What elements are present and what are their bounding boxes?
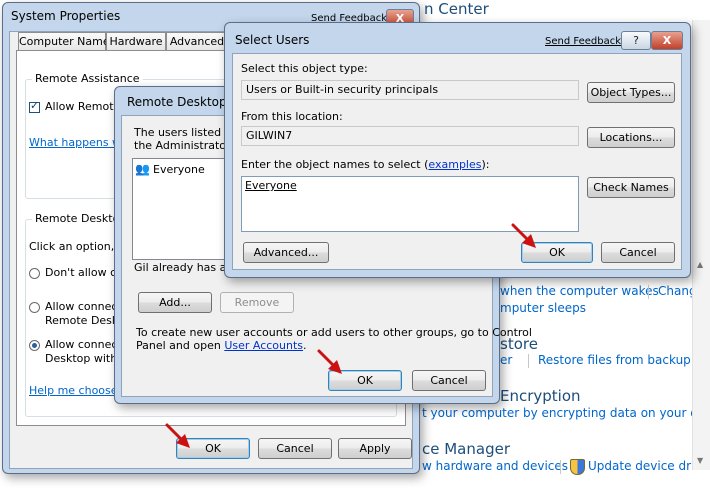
power-option-change-link[interactable]: Chang: [658, 284, 697, 298]
allow-remote-assistance-checkbox[interactable]: [29, 99, 40, 113]
user-accounts-link[interactable]: User Accounts: [224, 339, 303, 352]
select-users-cancel-button[interactable]: Cancel: [601, 242, 675, 263]
object-names-value: Everyone: [245, 179, 297, 192]
remote-desktop-users-title: Remote Desktop U: [127, 95, 235, 109]
examples-link[interactable]: examples: [428, 158, 481, 171]
select-users-client: Select this object type: Users or Built-…: [232, 53, 682, 270]
remote-desktop-prompt: Click an option, a: [29, 240, 125, 253]
system-cancel-button[interactable]: Cancel: [258, 438, 332, 459]
select-users-window: Select Users Send Feedback ? X Select th…: [224, 22, 691, 278]
control-panel-heading: n Center: [424, 0, 489, 18]
advanced-button[interactable]: Advanced...: [243, 242, 329, 263]
location-field: GILWIN7: [241, 126, 579, 146]
scroll-up-icon[interactable]: ▲: [697, 260, 703, 269]
select-users-close-icon[interactable]: X: [651, 31, 683, 50]
power-option-wake-link[interactable]: when the computer wakes: [500, 284, 659, 298]
object-types-button[interactable]: Object Types...: [587, 82, 675, 103]
dont-allow-radio[interactable]: [29, 268, 40, 279]
users-status-text: Gil already has acc: [134, 261, 239, 274]
help-icon[interactable]: ?: [621, 31, 651, 50]
object-type-label: Select this object type:: [241, 62, 368, 75]
update-device-drivers-link[interactable]: Update device drive: [588, 459, 709, 473]
footer-line-2: Panel and open User Accounts.: [136, 339, 307, 352]
separator: [528, 354, 529, 368]
system-properties-title: System Properties: [11, 9, 121, 23]
help-me-choose-link[interactable]: Help me choose: [29, 384, 118, 397]
allow-any-version-label-1: Allow connec: [45, 300, 118, 313]
user-group-icon: 👥: [135, 162, 150, 176]
list-item-label: Everyone: [153, 163, 205, 176]
allow-nla-radio[interactable]: [29, 340, 40, 351]
dont-allow-label: Don't allow c: [45, 266, 117, 279]
users-list[interactable]: 👥 Everyone: [132, 158, 234, 260]
what-happens-link[interactable]: What happens w: [29, 136, 121, 149]
remote-assistance-label: Remote Assistance: [32, 72, 143, 85]
scroll-down-icon[interactable]: ▼: [697, 456, 703, 465]
object-names-label-prefix: Enter the object names to select (: [241, 158, 429, 171]
select-users-title: Select Users: [235, 33, 310, 47]
red-arrow-icon: [165, 423, 190, 448]
remove-user-button[interactable]: Remove: [220, 292, 294, 313]
allow-nla-label-2: Desktop with: [45, 352, 118, 365]
tab-advanced[interactable]: Advanced: [166, 32, 228, 50]
power-option-sleep-link[interactable]: mputer sleeps: [500, 301, 586, 315]
view-hardware-link[interactable]: w hardware and devices: [422, 459, 568, 473]
locations-button[interactable]: Locations...: [587, 127, 675, 148]
select-users-send-feedback-link[interactable]: Send Feedback: [545, 36, 621, 47]
object-names-label-suffix: ):: [481, 158, 490, 171]
allow-any-version-radio[interactable]: [29, 302, 40, 313]
red-arrow-icon: [317, 349, 342, 374]
control-panel-scrollbar[interactable]: ▲ ▼: [692, 20, 710, 470]
allow-remote-assistance-label: Allow Remote: [45, 100, 121, 113]
allow-any-version-label-2: Remote Desk: [45, 314, 119, 327]
separator: [648, 285, 649, 299]
backup-link[interactable]: er: [500, 353, 512, 367]
users-info-line-1: The users listed b: [134, 126, 232, 139]
footer-line-1: To create new user accounts or add users…: [136, 326, 532, 339]
object-names-label: Enter the object names to select (exampl…: [241, 158, 489, 171]
uac-shield-icon: [570, 459, 585, 475]
tab-hardware[interactable]: Hardware: [106, 32, 166, 50]
red-arrow-icon: [511, 223, 536, 248]
object-type-field: Users or Built-in security principals: [241, 80, 579, 100]
tab-computer-name[interactable]: Computer Name: [18, 32, 110, 50]
separator: [560, 460, 561, 474]
footer-suffix: .: [303, 339, 307, 352]
device-manager-heading[interactable]: ce Manager: [422, 440, 510, 458]
system-apply-button[interactable]: Apply: [338, 438, 412, 459]
rdu-cancel-button[interactable]: Cancel: [412, 370, 486, 391]
bitlocker-protect-link[interactable]: t your computer by encrypting data on yo…: [422, 406, 710, 420]
add-user-button[interactable]: Add...: [138, 292, 212, 313]
location-label: From this location:: [241, 110, 343, 123]
allow-nla-label-1: Allow connec: [45, 338, 118, 351]
check-names-button[interactable]: Check Names: [587, 177, 675, 198]
restore-files-link[interactable]: Restore files from backup: [538, 353, 691, 367]
bitlocker-heading[interactable]: Encryption: [500, 387, 581, 405]
footer-prefix: Panel and open: [136, 339, 225, 352]
